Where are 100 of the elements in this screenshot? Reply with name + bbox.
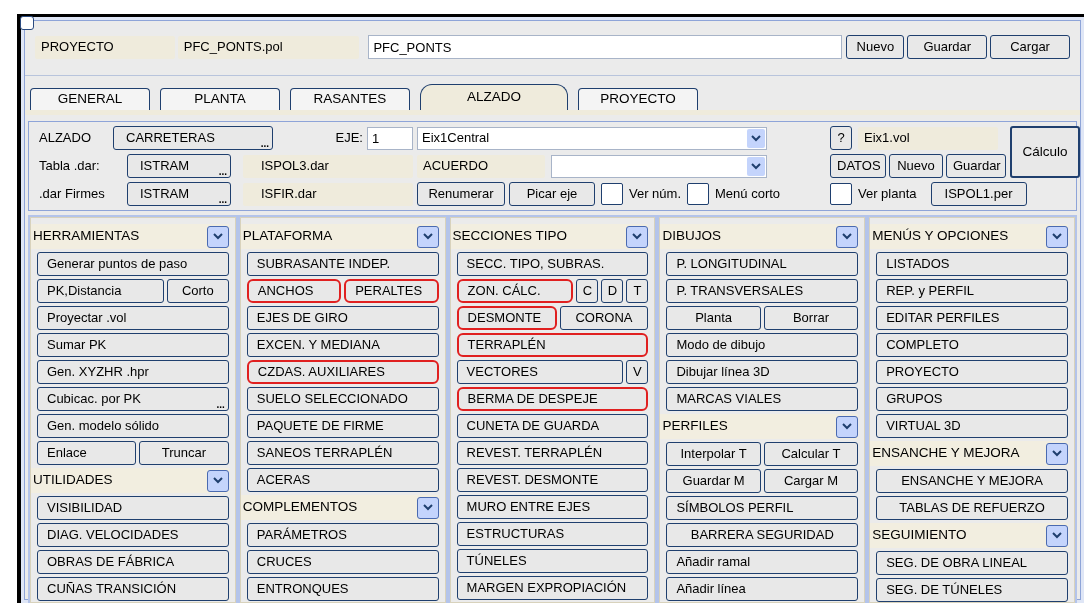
menu-button[interactable]: SANEOS TERRAPLÉN — [246, 441, 439, 465]
menu-button[interactable]: V — [626, 360, 649, 384]
tab[interactable]: PLANTA — [160, 88, 280, 110]
menu-button[interactable]: REVEST. DESMONTE — [456, 468, 649, 492]
profile-file-button[interactable]: ISPOL1.per — [930, 182, 1027, 206]
save-button[interactable]: Guardar — [946, 154, 1006, 178]
browse-button[interactable]: CARRETERAS ... — [113, 126, 273, 150]
menu-button[interactable]: Sumar PK — [37, 333, 229, 357]
browse-button[interactable]: ISTRAM ... — [127, 182, 231, 206]
tab[interactable]: ALZADO — [420, 84, 568, 110]
menu-button[interactable]: REVEST. TERRAPLÉN — [456, 441, 649, 465]
menu-button[interactable]: EJES DE GIRO — [246, 306, 439, 330]
menu-button[interactable]: OBRAS DE FÁBRICA — [37, 550, 229, 574]
menu-button[interactable]: Guardar M — [666, 469, 761, 493]
pick-axis-button[interactable]: Picar eje — [509, 182, 595, 206]
menu-button[interactable]: Truncar — [138, 441, 229, 465]
menu-button[interactable]: PARÁMETROS — [246, 523, 439, 547]
menu-button[interactable]: DIAG. VELOCIDADES — [37, 523, 229, 547]
menu-button[interactable]: CZDAS. AUXILIARES — [246, 360, 439, 384]
menu-button[interactable]: Añadir ramal — [666, 550, 859, 574]
menu-button[interactable]: Generar puntos de paso — [37, 252, 229, 276]
menu-button[interactable]: P. TRANSVERSALES — [666, 279, 859, 303]
dropdown-button[interactable] — [416, 496, 439, 519]
menu-button[interactable]: MARGEN EXPROPIACIÓN — [456, 576, 649, 600]
menu-button[interactable]: GRUPOS — [876, 387, 1068, 411]
menu-button[interactable]: LISTADOS — [876, 252, 1068, 276]
menu-button[interactable]: SEG. DE TÚNELES — [876, 578, 1068, 602]
menu-button[interactable]: PROYECTO — [876, 360, 1068, 384]
menu-button[interactable]: EXCEN. Y MEDIANA — [246, 333, 439, 357]
menu-button[interactable]: Calcular T — [763, 442, 859, 466]
menu-button[interactable]: SECC. TIPO, SUBRAS. — [456, 252, 649, 276]
menu-button[interactable]: ENSANCHE Y MEJORA — [876, 469, 1068, 493]
menu-button[interactable]: EDITAR PERFILES — [876, 306, 1068, 330]
checkbox[interactable] — [687, 183, 710, 205]
menu-button[interactable]: Planta — [666, 306, 761, 330]
menu-button[interactable]: Dibujar línea 3D — [666, 360, 859, 384]
dropdown-button[interactable] — [1046, 225, 1068, 248]
menu-button[interactable]: Borrar — [763, 306, 859, 330]
menu-button[interactable]: D — [601, 279, 624, 303]
data-button[interactable]: DATOS — [830, 154, 886, 178]
axis-number-field[interactable]: 1 — [367, 126, 413, 150]
menu-button[interactable]: Añadir línea — [666, 577, 859, 601]
menu-button[interactable]: CUÑAS TRANSICIÓN — [37, 577, 229, 601]
menu-button[interactable]: Cargar M — [763, 469, 859, 493]
menu-button[interactable]: SÍMBOLOS PERFIL — [666, 496, 859, 520]
menu-button[interactable]: Gen. modelo sólido — [37, 414, 229, 438]
dropdown-button[interactable] — [206, 225, 229, 248]
menu-button[interactable]: TABLAS DE REFUERZO — [876, 496, 1068, 520]
menu-button[interactable]: REP. y PERFIL — [876, 279, 1068, 303]
project-name-field[interactable]: PFC_PONTS — [368, 35, 843, 59]
checkbox[interactable] — [830, 183, 852, 205]
menu-button[interactable]: Enlace — [37, 441, 136, 465]
checkbox[interactable] — [601, 183, 623, 205]
project-button[interactable]: Cargar — [990, 35, 1070, 59]
menu-button[interactable]: BERMA DE DESPEJE — [456, 387, 649, 411]
menu-button[interactable]: TÚNELES — [456, 549, 649, 573]
menu-button[interactable]: Cubicac. por PK ... — [37, 387, 229, 411]
menu-button[interactable]: ANCHOS — [246, 279, 342, 303]
menu-button[interactable]: CUNETA DE GUARDA — [456, 414, 649, 438]
menu-button[interactable]: VISIBILIDAD — [37, 496, 229, 520]
menu-button[interactable]: PK,Distancia — [37, 279, 164, 303]
new-button[interactable]: Nuevo — [889, 154, 943, 178]
project-button[interactable]: Nuevo — [846, 35, 905, 59]
combo-box[interactable]: Eix1Central — [417, 126, 767, 150]
menu-button[interactable]: SUELO SELECCIONADO — [246, 387, 439, 411]
menu-button[interactable]: MURO ENTRE EJES — [456, 495, 649, 519]
menu-button[interactable]: CORONA — [559, 306, 649, 330]
menu-button[interactable]: VECTORES — [456, 360, 624, 384]
menu-button[interactable]: Proyectar .vol — [37, 306, 229, 330]
menu-button[interactable]: ESTRUCTURAS — [456, 522, 649, 546]
menu-button[interactable]: BARRERA SEGURIDAD — [666, 523, 859, 547]
menu-button[interactable]: SUBRASANTE INDEP. — [246, 252, 439, 276]
dropdown-button[interactable] — [1046, 524, 1068, 547]
menu-button[interactable]: PERALTES — [344, 279, 439, 303]
menu-button[interactable]: ZON. CÁLC. — [456, 279, 574, 303]
menu-button[interactable]: ENTRONQUES — [246, 577, 439, 601]
dropdown-button[interactable] — [836, 415, 859, 438]
menu-button[interactable]: Corto — [166, 279, 229, 303]
renumber-button[interactable]: Renumerar — [417, 182, 505, 206]
menu-button[interactable]: Gen. XYZHR .hpr — [37, 360, 229, 384]
tab[interactable]: RASANTES — [290, 88, 410, 110]
tab[interactable]: GENERAL — [30, 88, 150, 110]
menu-button[interactable]: Interpolar T — [666, 442, 761, 466]
menu-button[interactable]: DESMONTE — [456, 306, 557, 330]
dropdown-button[interactable] — [416, 225, 439, 248]
dropdown-button[interactable] — [1046, 442, 1068, 465]
menu-button[interactable]: C — [576, 279, 599, 303]
dropdown-button[interactable] — [836, 225, 859, 248]
dropdown-button[interactable] — [206, 469, 229, 492]
menu-button[interactable]: Modo de dibujo — [666, 333, 859, 357]
menu-button[interactable]: T — [626, 279, 649, 303]
dropdown-button[interactable] — [626, 225, 649, 248]
menu-button[interactable]: TERRAPLÉN — [456, 333, 649, 357]
menu-button[interactable]: SEG. DE OBRA LINEAL — [876, 551, 1068, 575]
menu-button[interactable]: ACERAS — [246, 468, 439, 492]
project-button[interactable]: Guardar — [907, 35, 988, 59]
help-button[interactable]: ? — [830, 126, 852, 150]
menu-button[interactable]: VIRTUAL 3D — [876, 414, 1068, 438]
browse-button[interactable]: ISTRAM ... — [127, 154, 231, 178]
calculate-button[interactable]: Cálculo — [1010, 126, 1080, 178]
